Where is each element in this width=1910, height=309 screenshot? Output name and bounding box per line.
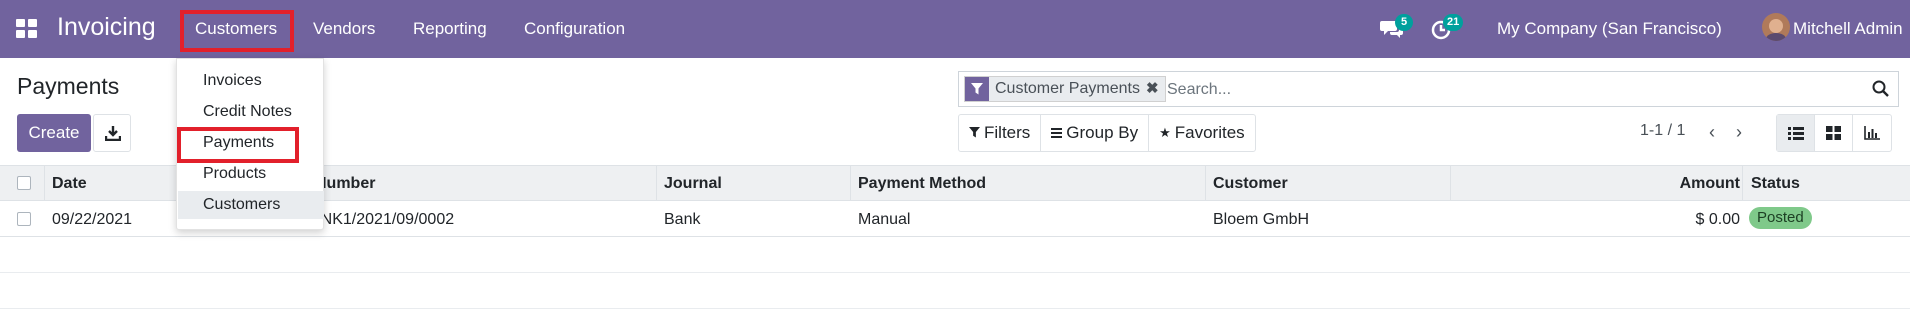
messages-count-badge: 5 [1395, 14, 1413, 31]
column-status[interactable]: Status [1751, 175, 1800, 193]
status-badge: Posted [1749, 207, 1812, 229]
top-navbar: Invoicing Customers Vendors Reporting Co… [0, 0, 1910, 58]
highlight-payments-item [177, 127, 299, 163]
search-options: Filters Group By ★ Favorites [958, 114, 1256, 152]
download-button[interactable] [93, 114, 131, 152]
menu-configuration[interactable]: Configuration [524, 19, 625, 39]
filters-label: Filters [984, 123, 1031, 142]
view-switcher [1776, 114, 1892, 152]
dropdown-item-products[interactable]: Products [178, 160, 324, 188]
facet-remove-icon[interactable]: ✖ [1145, 77, 1165, 101]
filter-icon [969, 126, 980, 141]
column-amount[interactable]: Amount [1680, 175, 1740, 193]
empty-row [0, 237, 1910, 273]
app-title[interactable]: Invoicing [57, 13, 156, 42]
cell-journal: Bank [664, 211, 701, 228]
company-switcher[interactable]: My Company (San Francisco) [1497, 19, 1722, 39]
search-icon[interactable] [1872, 80, 1890, 98]
column-payment-method[interactable]: Payment Method [858, 175, 986, 193]
cell-payment-method: Manual [858, 211, 911, 228]
favorites-label: Favorites [1174, 123, 1245, 142]
download-icon [105, 126, 121, 141]
cell-number: BNK1/2021/09/0002 [310, 211, 455, 228]
page-title: Payments [17, 73, 120, 99]
group-by-label: Group By [1066, 123, 1139, 142]
column-customer[interactable]: Customer [1213, 175, 1288, 193]
row-checkbox[interactable] [17, 212, 31, 226]
activities-count-badge: 21 [1443, 14, 1464, 31]
kanban-view-icon[interactable] [1815, 115, 1853, 151]
column-number[interactable]: Number [315, 175, 375, 193]
apps-grid-icon[interactable] [16, 19, 38, 39]
user-menu[interactable]: Mitchell Admin [1793, 19, 1903, 39]
star-icon: ★ [1159, 125, 1171, 140]
facet-label: Customer Payments [989, 77, 1146, 101]
dropdown-item-invoices[interactable]: Invoices [178, 67, 324, 95]
column-journal[interactable]: Journal [664, 175, 722, 193]
bars-icon [1051, 126, 1063, 141]
menu-reporting[interactable]: Reporting [413, 19, 487, 39]
graph-view-icon[interactable] [1853, 115, 1891, 151]
group-by-button[interactable]: Group By [1041, 115, 1150, 151]
filters-button[interactable]: Filters [959, 115, 1042, 151]
search-bar: Customer Payments ✖ [958, 71, 1899, 107]
filter-icon [965, 77, 989, 101]
favorites-button[interactable]: ★ Favorites [1149, 115, 1255, 151]
cell-amount: $ 0.00 [1695, 211, 1740, 228]
empty-row [0, 273, 1910, 309]
highlight-customers-menu [180, 10, 294, 52]
column-date[interactable]: Date [52, 175, 87, 193]
pager-next-icon[interactable]: › [1729, 122, 1749, 142]
select-all-checkbox[interactable] [17, 176, 31, 190]
list-view-icon[interactable] [1777, 115, 1815, 151]
cell-customer: Bloem GmbH [1213, 211, 1310, 228]
pager-value[interactable]: 1-1 / 1 [1640, 122, 1685, 140]
menu-vendors[interactable]: Vendors [313, 19, 375, 39]
dropdown-item-credit-notes[interactable]: Credit Notes [178, 98, 324, 126]
search-facet: Customer Payments ✖ [964, 76, 1166, 102]
cell-date: 09/22/2021 [52, 211, 133, 228]
create-button[interactable]: Create [17, 114, 91, 152]
dropdown-item-customers[interactable]: Customers [178, 191, 324, 219]
pager-previous-icon[interactable]: ‹ [1702, 122, 1722, 142]
avatar[interactable] [1762, 13, 1790, 41]
search-input[interactable] [1167, 78, 1867, 102]
